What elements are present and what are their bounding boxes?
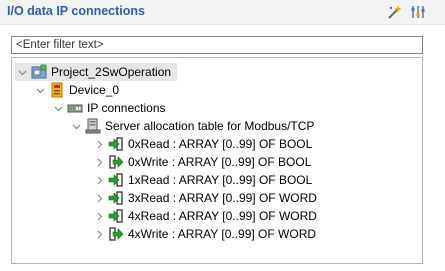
tree-node-ip-connections[interactable]: IP connections xyxy=(51,99,166,117)
chevron-down-icon[interactable] xyxy=(51,99,65,117)
chevron-down-icon[interactable] xyxy=(33,81,47,99)
tree-item-variable[interactable]: 0xWrite : ARRAY [0..99] OF BOOL xyxy=(92,153,311,171)
view-title: I/O data IP connections xyxy=(7,4,145,18)
tree-node-device[interactable]: Device_0 xyxy=(33,81,119,99)
input-arrow-icon xyxy=(108,190,124,206)
server-table-label: Server allocation table for Modbus/TCP xyxy=(105,119,315,133)
filter-field[interactable] xyxy=(11,36,423,54)
output-arrow-icon xyxy=(108,226,124,242)
variable-label: 3xRead : ARRAY [0..99] OF WORD xyxy=(128,191,317,205)
variable-label: 4xWrite : ARRAY [0..99] OF WORD xyxy=(128,227,317,241)
filter-input[interactable] xyxy=(16,38,418,52)
chevron-right-icon[interactable] xyxy=(92,225,106,243)
chevron-down-icon[interactable] xyxy=(15,63,29,81)
chevron-right-icon[interactable] xyxy=(92,171,106,189)
project-icon xyxy=(31,64,47,80)
tree-item-variable[interactable]: 1xRead : ARRAY [0..99] OF BOOL xyxy=(92,171,312,189)
variable-label: 0xRead : ARRAY [0..99] OF BOOL xyxy=(128,137,313,151)
input-arrow-icon xyxy=(108,172,124,188)
chevron-right-icon[interactable] xyxy=(92,207,106,225)
variable-label: 4xRead : ARRAY [0..99] OF WORD xyxy=(128,209,317,223)
input-arrow-icon xyxy=(108,208,124,224)
ip-connections-label: IP connections xyxy=(87,101,166,115)
chevron-right-icon[interactable] xyxy=(92,135,106,153)
connections-tree[interactable]: Project_2SwOperation Device_0 IP connect… xyxy=(11,57,423,264)
server-icon xyxy=(85,118,101,134)
wand-icon xyxy=(388,5,402,19)
project-label: Project_2SwOperation xyxy=(51,65,172,79)
chevron-down-icon[interactable] xyxy=(69,117,83,135)
tree-node-project[interactable]: Project_2SwOperation xyxy=(15,63,177,81)
chevron-right-icon[interactable] xyxy=(92,153,106,171)
chevron-right-icon[interactable] xyxy=(92,189,106,207)
tree-item-variable[interactable]: 0xRead : ARRAY [0..99] OF BOOL xyxy=(92,135,312,153)
network-icon xyxy=(67,100,83,116)
tree-item-variable[interactable]: 4xWrite : ARRAY [0..99] OF WORD xyxy=(92,225,316,243)
wand-button[interactable] xyxy=(386,3,404,21)
device-icon xyxy=(49,82,65,98)
settings-adjust-icon xyxy=(411,6,425,18)
input-arrow-icon xyxy=(108,136,124,152)
view-titlebar: I/O data IP connections xyxy=(0,0,445,25)
device-label: Device_0 xyxy=(69,83,120,97)
tree-item-variable[interactable]: 4xRead : ARRAY [0..99] OF WORD xyxy=(92,207,317,225)
variable-label: 0xWrite : ARRAY [0..99] OF BOOL xyxy=(128,155,312,169)
tree-item-variable[interactable]: 3xRead : ARRAY [0..99] OF WORD xyxy=(92,189,317,207)
output-arrow-icon xyxy=(108,154,124,170)
tree-node-server-table[interactable]: Server allocation table for Modbus/TCP xyxy=(69,117,314,135)
variable-label: 1xRead : ARRAY [0..99] OF BOOL xyxy=(128,173,313,187)
settings-adjust-button[interactable] xyxy=(409,3,427,21)
